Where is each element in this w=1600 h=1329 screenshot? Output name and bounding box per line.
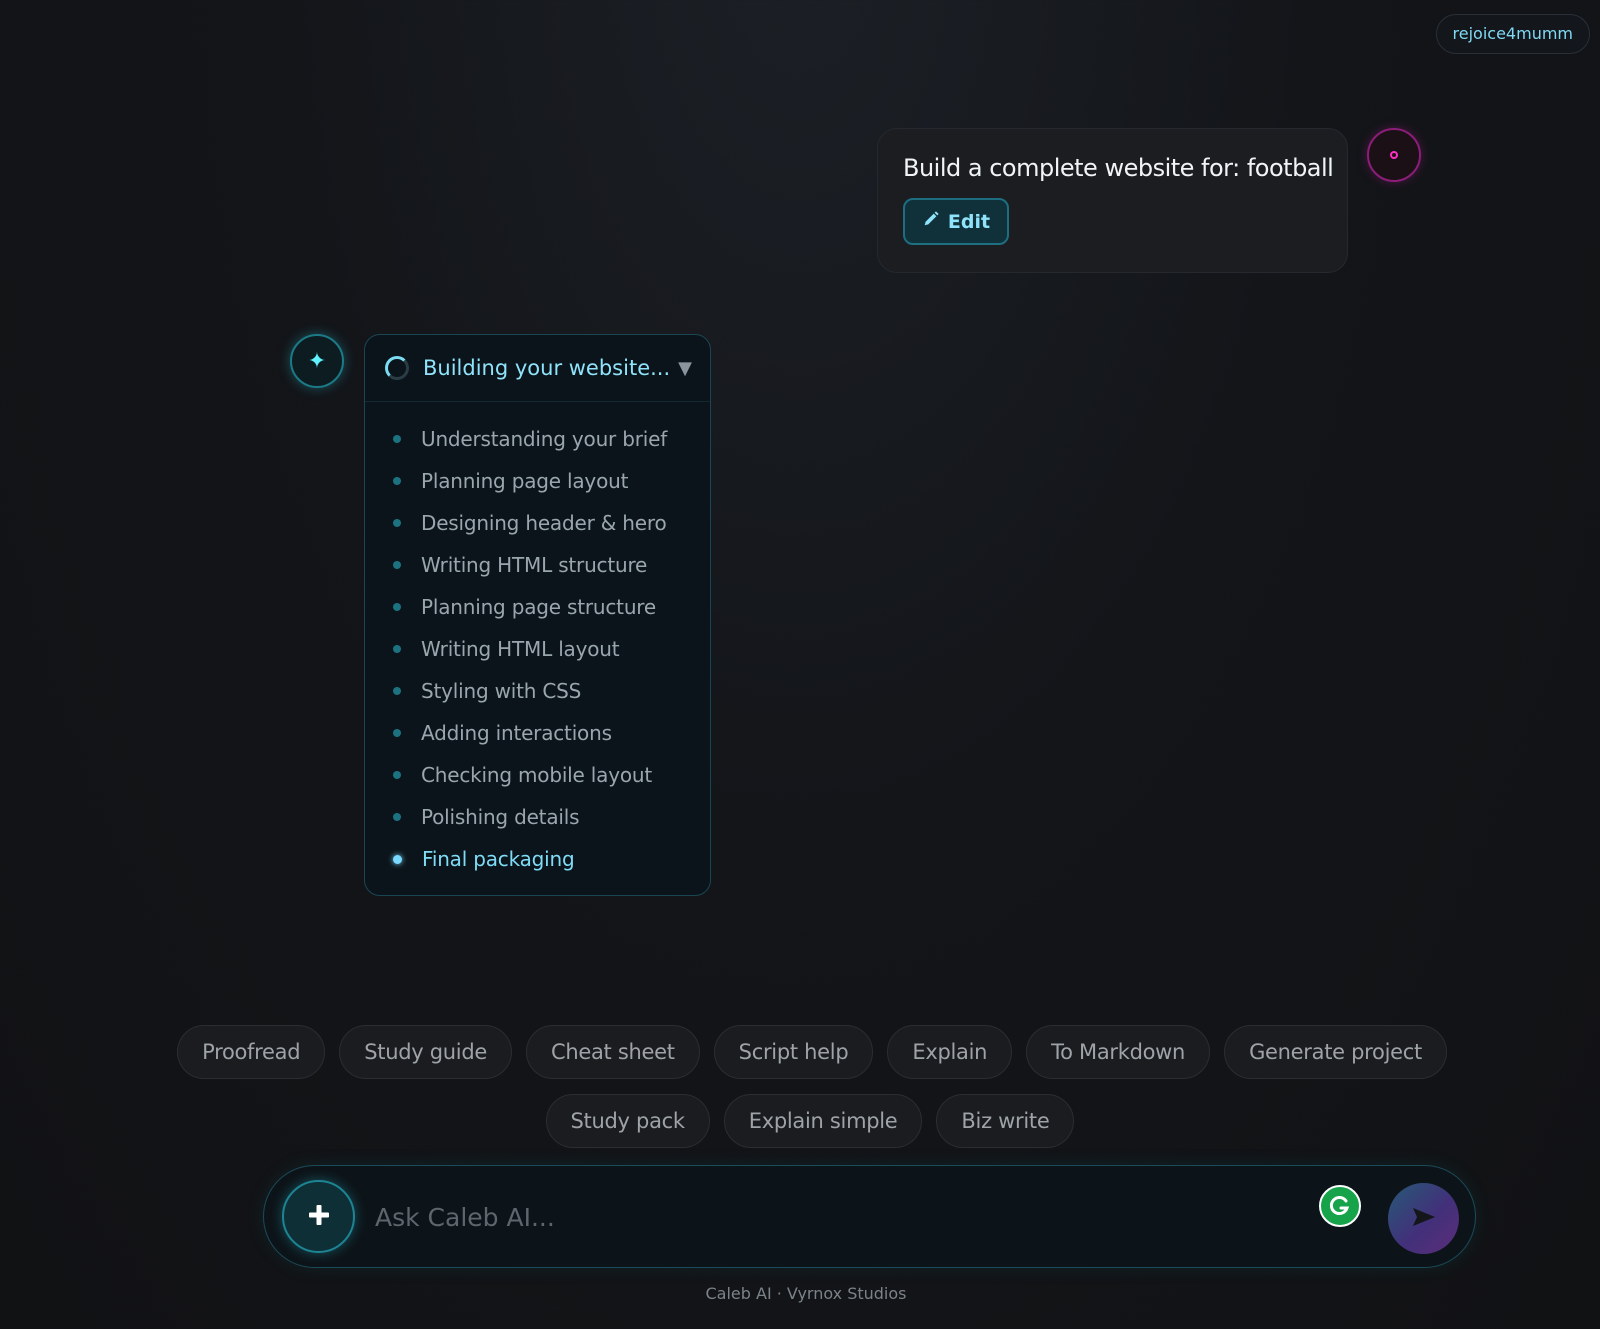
progress-step-label: Final packaging <box>422 847 575 871</box>
progress-step-label: Polishing details <box>421 805 580 829</box>
progress-steps-list: Understanding your brief Planning page la… <box>365 402 710 880</box>
edit-button[interactable]: Edit <box>903 198 1009 245</box>
bullet-icon <box>393 477 401 485</box>
progress-step-label: Adding interactions <box>421 721 612 745</box>
user-message-bubble: Build a complete website for: football E… <box>877 128 1348 273</box>
bullet-icon <box>393 435 401 443</box>
progress-step-label: Writing HTML structure <box>421 553 648 577</box>
progress-step: Writing HTML layout <box>393 628 710 670</box>
progress-step: Designing header & hero <box>393 502 710 544</box>
chevron-down-icon[interactable]: ▼ <box>678 358 692 379</box>
bullet-icon <box>393 813 401 821</box>
chat-input[interactable] <box>375 1192 1275 1242</box>
quick-action-chip[interactable]: Explain simple <box>723 1094 923 1148</box>
progress-step: Planning page structure <box>393 586 710 628</box>
grammarly-icon[interactable] <box>1319 1185 1361 1227</box>
attach-button[interactable] <box>282 1180 355 1253</box>
bullet-icon <box>393 561 401 569</box>
progress-step: Checking mobile layout <box>393 754 710 796</box>
bullet-icon <box>393 729 401 737</box>
footer-credit: Caleb AI · Vyrnox Studios <box>705 1284 907 1303</box>
build-progress-card: Building your website... ▼ Understanding… <box>364 334 711 896</box>
quick-action-chip[interactable]: Script help <box>713 1025 874 1079</box>
quick-action-chip[interactable]: To Markdown <box>1026 1025 1211 1079</box>
spinner-icon <box>385 356 409 380</box>
progress-step-label: Understanding your brief <box>421 427 668 451</box>
quick-action-chip[interactable]: Study guide <box>339 1025 512 1079</box>
quick-action-chip[interactable]: Cheat sheet <box>525 1025 700 1079</box>
progress-step: Styling with CSS <box>393 670 710 712</box>
pencil-icon <box>922 210 940 233</box>
quick-action-chip[interactable]: Explain <box>887 1025 1013 1079</box>
user-message-text: Build a complete website for: football <box>903 154 1334 182</box>
sparkle-icon: ✦ <box>307 348 327 374</box>
progress-step: Understanding your brief <box>393 418 710 460</box>
progress-step: Planning page layout <box>393 460 710 502</box>
progress-header[interactable]: Building your website... ▼ <box>365 335 710 402</box>
progress-title: Building your website... <box>423 356 671 380</box>
quick-action-chip[interactable]: Generate project <box>1224 1025 1447 1079</box>
chat-composer <box>263 1165 1476 1268</box>
quick-action-chip[interactable]: Proofread <box>177 1025 326 1079</box>
progress-step-label: Designing header & hero <box>421 511 667 535</box>
edit-button-label: Edit <box>947 210 991 233</box>
bullet-icon <box>393 519 401 527</box>
bullet-icon <box>393 771 401 779</box>
assistant-avatar: ✦ <box>290 334 344 388</box>
bullet-icon <box>393 854 402 864</box>
send-arrow-icon <box>1411 1206 1437 1232</box>
progress-step: Writing HTML structure <box>393 544 710 586</box>
bullet-icon <box>393 687 401 695</box>
progress-step-label: Planning page layout <box>421 469 629 493</box>
progress-step: Adding interactions <box>393 712 710 754</box>
user-avatar <box>1367 128 1421 182</box>
quick-action-chip[interactable]: Study pack <box>545 1094 710 1148</box>
quick-actions-row-2: Study pack Explain simple Biz write <box>10 1094 1600 1148</box>
plus-icon <box>308 1204 330 1230</box>
quick-action-chip[interactable]: Biz write <box>936 1094 1075 1148</box>
progress-step-label: Planning page structure <box>421 595 656 619</box>
bullet-icon <box>393 645 401 653</box>
user-chip[interactable]: rejoice4mumm <box>1435 14 1590 54</box>
progress-step-label: Writing HTML layout <box>421 637 620 661</box>
bullet-icon <box>393 603 401 611</box>
avatar-dot-icon <box>1390 151 1398 159</box>
progress-step: Final packaging <box>393 838 710 880</box>
progress-step-label: Checking mobile layout <box>421 763 653 787</box>
progress-step: Polishing details <box>393 796 710 838</box>
send-button[interactable] <box>1388 1183 1459 1254</box>
progress-step-label: Styling with CSS <box>421 679 582 703</box>
quick-actions-row-1: Proofread Study guide Cheat sheet Script he… <box>12 1025 1600 1079</box>
